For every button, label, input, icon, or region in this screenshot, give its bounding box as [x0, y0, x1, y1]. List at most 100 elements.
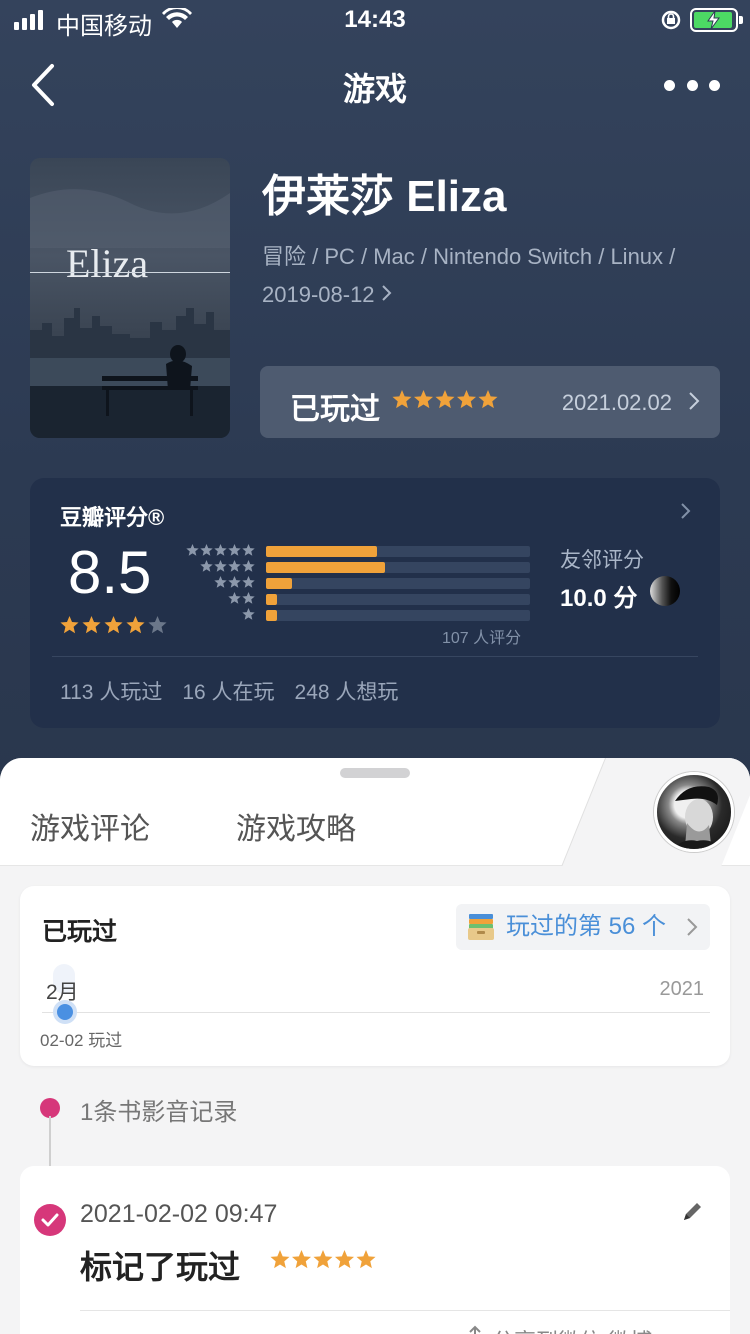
star-icon	[214, 544, 227, 556]
friend-rating-label: 友邻评分	[560, 549, 644, 572]
distribution-bar	[266, 546, 377, 557]
distribution-row-5	[186, 544, 566, 558]
game-meta[interactable]: 冒险 / PC / Mac / Nintendo Switch / Linux …	[262, 238, 722, 314]
star-icon	[126, 616, 145, 634]
star-icon	[478, 390, 498, 409]
stat-playing[interactable]: 16 人在玩	[182, 676, 274, 706]
stat-played[interactable]: 113 人玩过	[60, 676, 162, 706]
distribution-bar-track	[266, 594, 530, 605]
timeline-date: 02-02 玩过	[40, 1031, 123, 1050]
play-stats: 113 人玩过 16 人在玩 248 人想玩	[60, 676, 398, 706]
star-icon	[270, 1250, 290, 1269]
distribution-bar	[266, 610, 277, 621]
tab-game-guides[interactable]: 游戏攻略	[236, 804, 356, 848]
star-icon	[242, 576, 255, 588]
chevron-right-icon	[681, 503, 691, 519]
star-icon	[413, 390, 434, 409]
star-icon	[334, 1250, 355, 1269]
timeline-axis	[42, 1012, 710, 1013]
log-divider	[80, 1310, 730, 1311]
star-icon	[392, 390, 412, 409]
user-avatar[interactable]	[654, 772, 734, 852]
rating-count: 107 人评分	[442, 630, 522, 647]
log-timestamp: 2021-02-02 09:47	[80, 1200, 278, 1228]
distribution-stars	[200, 560, 255, 572]
distribution-row-1	[186, 608, 566, 622]
archive-box-icon	[467, 914, 494, 940]
game-release-date: 2019-08-12	[262, 282, 375, 307]
log-rating-stars	[270, 1250, 376, 1269]
star-icon	[291, 1250, 312, 1269]
star-icon	[242, 592, 255, 604]
distribution-stars	[228, 592, 255, 604]
distribution-stars	[242, 608, 255, 620]
my-status-label: 已玩过	[290, 393, 380, 426]
distribution-row-4	[186, 560, 566, 574]
edit-pencil-icon[interactable]	[680, 1200, 704, 1224]
status-time: 14:43	[344, 6, 406, 33]
star-icon	[242, 544, 255, 556]
played-rank-chip[interactable]: 玩过的第 56 个	[455, 904, 710, 950]
distribution-row-3	[186, 576, 566, 590]
distribution-bar	[266, 562, 385, 573]
status-bar: 中国移动 14:43	[0, 0, 750, 40]
distribution-row-2	[186, 592, 566, 606]
star-icon	[242, 608, 255, 620]
star-icon	[104, 616, 123, 634]
my-rating-stars	[392, 390, 498, 409]
played-card-title: 已玩过	[42, 918, 118, 946]
battery-icon	[690, 8, 743, 32]
game-cover[interactable]: Eliza	[30, 158, 230, 438]
distribution-bar-track	[266, 562, 530, 573]
star-icon	[60, 616, 79, 634]
cover-title: Eliza	[66, 241, 149, 286]
star-icon	[456, 390, 477, 409]
star-icon	[214, 560, 227, 572]
my-status-bar[interactable]: 已玩过 2021.02.02	[260, 366, 720, 438]
star-icon	[186, 544, 199, 556]
chevron-right-icon	[381, 285, 391, 301]
rating-stars	[60, 616, 167, 634]
star-icon	[228, 576, 241, 588]
my-status-date: 2021.02.02	[561, 390, 672, 415]
star-icon	[82, 616, 101, 634]
star-icon	[214, 576, 227, 588]
douban-rating-card[interactable]: 豆瓣评分® 8.5 107 人评分 友邻评分 10.0 分 113 人玩过 16…	[30, 478, 720, 728]
distribution-bar-track	[266, 578, 530, 589]
cover-divider	[30, 272, 230, 273]
distribution-bar	[266, 594, 277, 605]
more-icon[interactable]	[664, 70, 720, 100]
share-links[interactable]: 分享到微信 微博	[460, 1324, 652, 1334]
records-label: 1条书影音记录	[80, 1099, 238, 1126]
star-icon	[200, 544, 213, 556]
nav-bar: 游戏	[0, 50, 750, 120]
stat-want[interactable]: 248 人想玩	[295, 676, 399, 706]
check-icon	[34, 1204, 66, 1236]
rating-heading: 豆瓣评分®	[60, 505, 165, 530]
star-icon	[228, 592, 241, 604]
activity-log-card[interactable]: 2021-02-02 09:47 标记了玩过 分享到微信 微博	[20, 1166, 730, 1334]
tab-game-reviews[interactable]: 游戏评论	[30, 804, 150, 848]
game-title: 伊莱莎 Eliza	[262, 172, 507, 221]
star-icon	[356, 1250, 376, 1269]
played-rank-text: 玩过的第 56 个	[505, 913, 666, 940]
page-title: 游戏	[342, 71, 407, 107]
cover-art	[30, 189, 230, 438]
distribution-bar	[266, 578, 292, 589]
log-action-text: 标记了玩过	[80, 1249, 241, 1285]
star-icon	[200, 560, 213, 572]
game-meta-line-1: 冒险 / PC / Mac / Nintendo Switch / Linux …	[262, 244, 676, 269]
friend-rating-score: 10.0 分	[560, 585, 638, 612]
share-icon	[469, 1325, 481, 1334]
distribution-stars	[186, 544, 255, 556]
star-icon	[313, 1250, 333, 1269]
rotation-lock-icon	[661, 10, 681, 30]
distribution-stars	[214, 576, 255, 588]
friend-avatar[interactable]	[650, 576, 680, 606]
record-dot	[40, 1098, 60, 1118]
rating-score: 8.5	[68, 539, 152, 606]
sheet-handle[interactable]	[340, 768, 410, 778]
rating-divider	[52, 656, 698, 657]
timeline-marker[interactable]	[53, 1000, 77, 1024]
star-icon	[228, 560, 241, 572]
